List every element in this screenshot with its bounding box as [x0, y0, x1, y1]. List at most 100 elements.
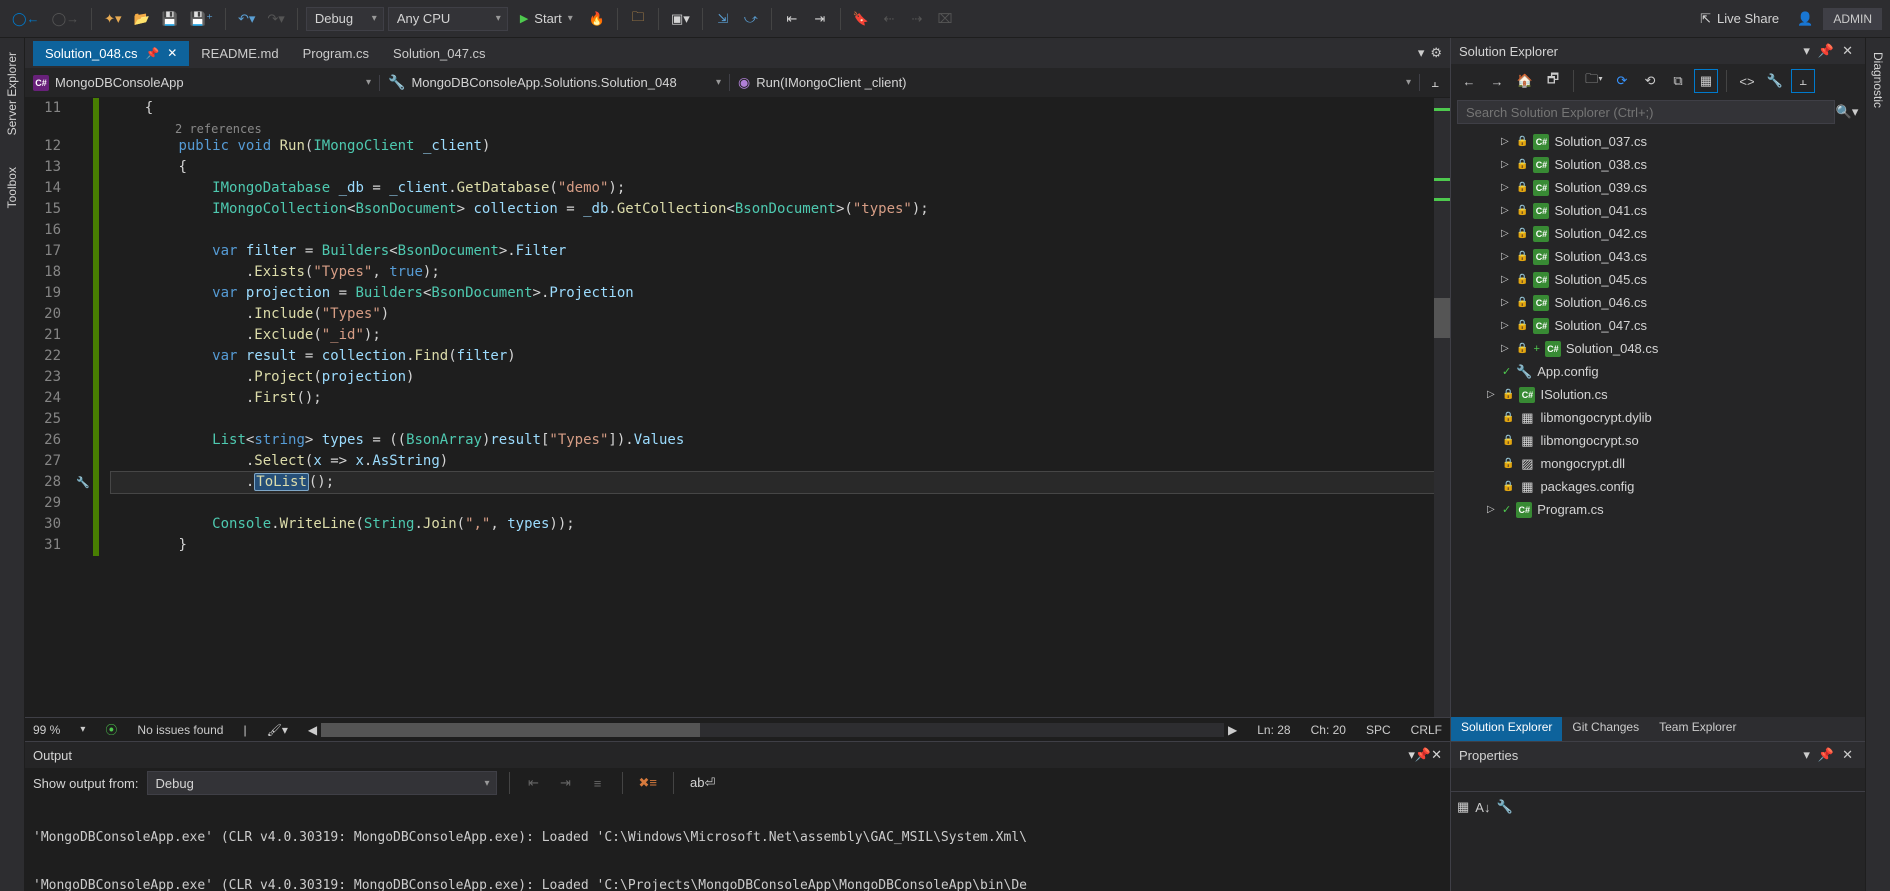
- open-file-button[interactable]: 📂: [130, 7, 154, 31]
- codelens-refs[interactable]: 2 references: [111, 119, 1434, 136]
- vertical-scrollbar[interactable]: [1434, 98, 1450, 717]
- tab-git-changes[interactable]: Git Changes: [1562, 717, 1649, 741]
- tab-solution-explorer[interactable]: Solution Explorer: [1451, 717, 1562, 741]
- step-into-button[interactable]: ⇲: [711, 7, 735, 31]
- props-cat-button[interactable]: ▦: [1457, 799, 1469, 815]
- props-wrench-button[interactable]: 🔧: [1496, 799, 1512, 815]
- se-item[interactable]: ▷🔒C#Solution_047.cs: [1451, 314, 1865, 337]
- save-all-button[interactable]: 💾⁺: [186, 7, 217, 31]
- liveshare-button[interactable]: ⇱ Live Share: [1692, 7, 1787, 31]
- hot-reload-button[interactable]: 🔥: [585, 7, 609, 31]
- redo-button[interactable]: ↷▾: [263, 7, 288, 31]
- indent-button[interactable]: ⇥: [808, 7, 832, 31]
- se-collapse-button[interactable]: ⧉: [1666, 69, 1690, 93]
- diagnostic-tab[interactable]: Diagnostic: [1869, 46, 1887, 114]
- toolbox-tab[interactable]: Toolbox: [3, 161, 21, 214]
- server-explorer-tab[interactable]: Server Explorer: [3, 46, 21, 141]
- se-item[interactable]: ▷🔒+C#Solution_048.cs: [1451, 337, 1865, 360]
- se-dropdown-button[interactable]: ▾: [1799, 43, 1814, 59]
- output-wrap-button[interactable]: ab⏎: [686, 771, 719, 795]
- brush-icon[interactable]: 🖌▾: [267, 723, 288, 737]
- props-close-button[interactable]: ✕: [1838, 747, 1857, 763]
- output-source-combo[interactable]: Debug: [147, 771, 497, 795]
- close-icon[interactable]: ✕: [167, 46, 177, 60]
- se-back-button[interactable]: ←: [1457, 69, 1481, 93]
- forward-button[interactable]: ◯→: [48, 7, 84, 31]
- se-home-button[interactable]: 🏠: [1513, 69, 1537, 93]
- nav-project[interactable]: C# MongoDBConsoleApp ▾: [25, 75, 380, 91]
- se-item[interactable]: ▷🔒C#Solution_045.cs: [1451, 268, 1865, 291]
- se-refresh-button[interactable]: ⟳: [1610, 69, 1634, 93]
- se-item[interactable]: ▷🔒C#Solution_043.cs: [1451, 245, 1865, 268]
- status-ws[interactable]: SPC: [1366, 723, 1391, 737]
- status-col[interactable]: Ch: 20: [1311, 723, 1346, 737]
- output-pin-button[interactable]: 📌: [1415, 747, 1431, 763]
- tab-team-explorer[interactable]: Team Explorer: [1649, 717, 1746, 741]
- se-tree[interactable]: ▷🔒C#Solution_037.cs▷🔒C#Solution_038.cs▷🔒…: [1451, 126, 1865, 717]
- tab-readme[interactable]: README.md: [189, 41, 290, 66]
- bookmark-button[interactable]: 🔖: [849, 7, 873, 31]
- se-preview-button[interactable]: ⫠: [1791, 69, 1815, 93]
- tab-program[interactable]: Program.cs: [291, 41, 381, 66]
- clear-bookmarks-button[interactable]: ⌧: [933, 7, 957, 31]
- quick-action-icon[interactable]: 🔧: [73, 472, 93, 493]
- save-button[interactable]: 💾: [158, 7, 182, 31]
- outdent-button[interactable]: ⇤: [780, 7, 804, 31]
- zoom-level[interactable]: 99 %: [33, 723, 60, 737]
- code-content[interactable]: { 2 references public void Run(IMongoCli…: [99, 98, 1434, 717]
- props-dropdown-button[interactable]: ▾: [1799, 747, 1814, 763]
- se-pin-button[interactable]: 📌: [1814, 43, 1838, 59]
- config-combo[interactable]: Debug: [306, 7, 384, 31]
- tab-solution-047[interactable]: Solution_047.cs: [381, 41, 498, 66]
- new-item-button[interactable]: ✦▾: [100, 7, 125, 31]
- output-btn2[interactable]: ⇥: [554, 771, 578, 795]
- se-filter-button[interactable]: 🗀▾: [1582, 69, 1606, 93]
- output-close-button[interactable]: ✕: [1431, 747, 1442, 763]
- props-pin-button[interactable]: 📌: [1814, 747, 1838, 763]
- start-button[interactable]: ▶ Start ▾: [512, 7, 581, 31]
- output-text[interactable]: 'MongoDBConsoleApp.exe' (CLR v4.0.30319:…: [25, 798, 1450, 891]
- se-item[interactable]: ▷🔒C#Solution_042.cs: [1451, 222, 1865, 245]
- tab-solution-048[interactable]: Solution_048.cs 📌 ✕: [33, 41, 189, 66]
- se-item[interactable]: 🔒▦packages.config: [1451, 475, 1865, 498]
- se-item[interactable]: ▷🔒C#Solution_038.cs: [1451, 153, 1865, 176]
- prev-bookmark-button[interactable]: ⇠: [877, 7, 901, 31]
- account-button[interactable]: 👤: [1793, 7, 1817, 31]
- output-clear-button[interactable]: ✖≡: [635, 771, 661, 795]
- se-item[interactable]: ✓🔧App.config: [1451, 360, 1865, 383]
- back-button[interactable]: ◯←: [8, 7, 44, 31]
- se-item[interactable]: 🔒▦libmongocrypt.dylib: [1451, 406, 1865, 429]
- se-sync-button[interactable]: ⟲: [1638, 69, 1662, 93]
- se-item[interactable]: ▷✓C#Program.cs: [1451, 498, 1865, 521]
- se-item[interactable]: ▷🔒C#Solution_037.cs: [1451, 130, 1865, 153]
- step-over-button[interactable]: ⤻: [739, 7, 763, 31]
- browse-button[interactable]: 🗀: [626, 7, 650, 31]
- platform-combo[interactable]: Any CPU: [388, 7, 508, 31]
- nav-method[interactable]: ◉ Run(IMongoClient _client) ▾: [730, 74, 1420, 91]
- issues-text[interactable]: No issues found: [137, 723, 223, 737]
- undo-button[interactable]: ↶▾: [234, 7, 259, 31]
- se-close-button[interactable]: ✕: [1838, 43, 1857, 59]
- se-item[interactable]: ▷🔒C#Solution_039.cs: [1451, 176, 1865, 199]
- pin-icon[interactable]: 📌: [146, 47, 160, 60]
- nav-class[interactable]: 🔧 MongoDBConsoleApp.Solutions.Solution_0…: [380, 74, 730, 91]
- next-bookmark-button[interactable]: ⇢: [905, 7, 929, 31]
- se-showall-button[interactable]: ▦: [1694, 69, 1718, 93]
- output-btn3[interactable]: ≡: [586, 771, 610, 795]
- se-item[interactable]: 🔒▨mongocrypt.dll: [1451, 452, 1865, 475]
- window-button[interactable]: ▣▾: [667, 7, 694, 31]
- split-button[interactable]: ⫠: [1420, 75, 1450, 91]
- se-search-button[interactable]: 🔍▾: [1835, 104, 1859, 120]
- tab-settings-button[interactable]: ⚙: [1430, 45, 1442, 61]
- se-code-button[interactable]: <>: [1735, 69, 1759, 93]
- output-btn1[interactable]: ⇤: [522, 771, 546, 795]
- tab-overflow-button[interactable]: ▾: [1418, 45, 1425, 61]
- se-item[interactable]: ▷🔒C#ISolution.cs: [1451, 383, 1865, 406]
- props-az-button[interactable]: A↓: [1475, 800, 1490, 815]
- code-editor[interactable]: 11 12 13 14 15 16 17 18 19 20 21 22 23 2…: [25, 98, 1450, 717]
- se-item[interactable]: ▷🔒C#Solution_046.cs: [1451, 291, 1865, 314]
- horizontal-scrollbar[interactable]: ◀▶: [308, 723, 1237, 737]
- se-item[interactable]: 🔒▦libmongocrypt.so: [1451, 429, 1865, 452]
- status-le[interactable]: CRLF: [1411, 723, 1442, 737]
- se-fwd-button[interactable]: →: [1485, 69, 1509, 93]
